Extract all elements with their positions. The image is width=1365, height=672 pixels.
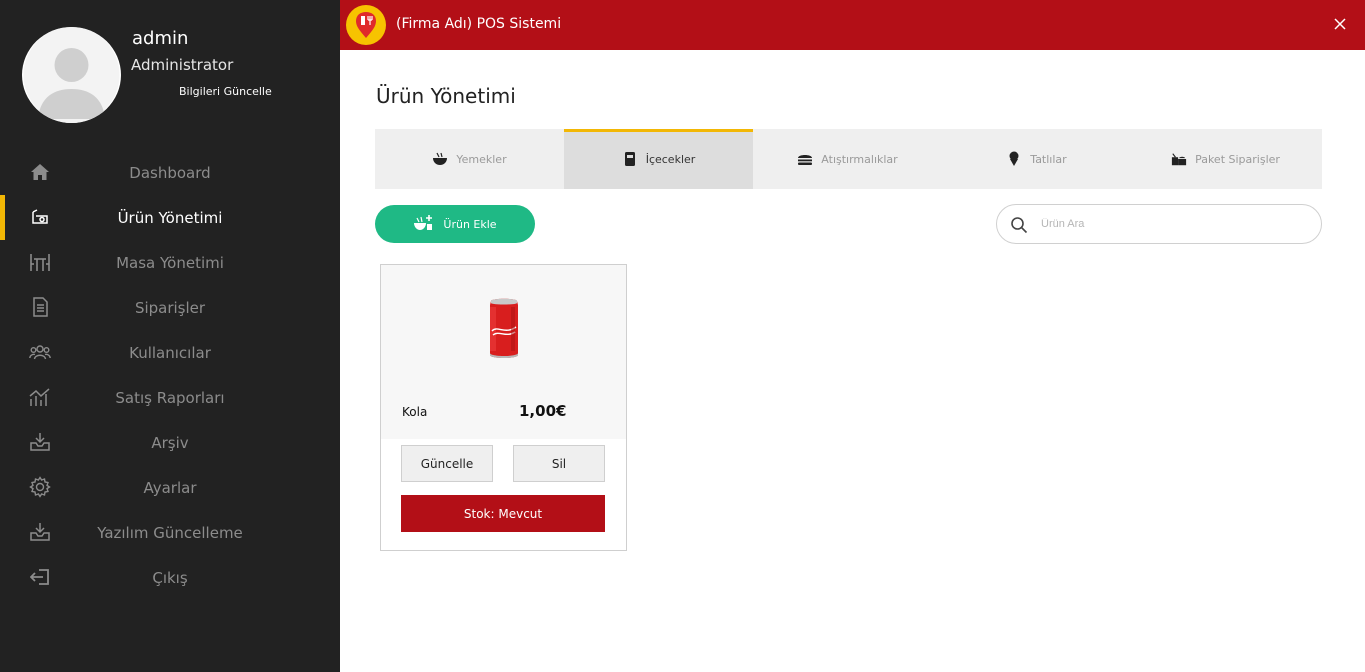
icecream-icon [1006,151,1022,167]
search-input[interactable] [1041,214,1301,234]
sidebar-item-label: Kullanıcılar [129,343,211,362]
category-tabs: Yemekler İçecekler Atıştırmalıklar Tatlı… [375,129,1322,189]
title-bar: (Firma Adı) POS Sistemi [340,0,1365,50]
sidebar-item-label: Dashboard [129,163,211,182]
tab-label: Atıştırmalıklar [821,152,898,166]
cola-can-image [487,297,521,365]
tab-atistirmaliklar[interactable]: Atıştırmalıklar [753,129,942,189]
user-role: Administrator [131,56,234,74]
delete-product-button[interactable]: Sil [513,445,605,482]
app-logo [346,5,386,45]
sidebar-item-urun-yonetimi[interactable]: Ürün Yönetimi [0,195,340,240]
sidebar: admin Administrator Bilgileri Güncelle D… [0,0,340,672]
avatar [22,27,121,123]
tab-tatlilar[interactable]: Tatlılar [942,129,1131,189]
add-product-button[interactable]: Ürün Ekle [375,205,535,243]
tab-label: Paket Siparişler [1195,152,1280,166]
sidebar-item-label: Masa Yönetimi [116,253,224,272]
tab-icecekler[interactable]: İçecekler [564,129,753,189]
close-icon [1334,18,1346,30]
page-title: Ürün Yönetimi [376,84,516,108]
app-title: (Firma Adı) POS Sistemi [396,16,562,32]
user-name: admin [132,28,189,49]
product-image-area: Kola 1,00€ [381,265,626,439]
product-card: Kola 1,00€ Güncelle Sil Stok: Mevcut [380,264,627,551]
tab-yemekler[interactable]: Yemekler [375,129,564,189]
update-product-button[interactable]: Güncelle [401,445,493,482]
sidebar-item-yazilim-guncelleme[interactable]: Yazılım Güncelleme [0,510,340,555]
bowl-icon [432,151,448,167]
sidebar-item-masa-yonetimi[interactable]: Masa Yönetimi [0,240,340,285]
add-product-label: Ürün Ekle [443,217,497,231]
sidebar-item-arsiv[interactable]: Arşiv [0,420,340,465]
search-icon [1010,216,1028,238]
sidebar-item-label: Ürün Yönetimi [117,208,223,227]
product-name: Kola [402,405,428,419]
sidebar-item-ayarlar[interactable]: Ayarlar [0,465,340,510]
sidebar-item-kullanicilar[interactable]: Kullanıcılar [0,330,340,375]
sidebar-item-dashboard[interactable]: Dashboard [0,150,340,195]
sidebar-item-siparisler[interactable]: Siparişler [0,285,340,330]
tab-label: İçecekler [645,152,696,166]
sidebar-item-label: Ayarlar [143,478,197,497]
takeaway-icon [1171,151,1187,167]
sidebar-nav: Dashboard Ürün Yönetimi Masa Yönetimi Si… [0,150,340,600]
product-price: 1,00€ [519,402,567,420]
sidebar-item-satis-raporlari[interactable]: Satış Raporları [0,375,340,420]
stock-status-button[interactable]: Stok: Mevcut [401,495,605,532]
tab-label: Tatlılar [1030,152,1067,166]
close-button[interactable] [1331,15,1349,33]
tab-label: Yemekler [456,152,507,166]
add-food-icon [413,214,433,235]
tab-paket-siparisler[interactable]: Paket Siparişler [1131,129,1320,189]
sidebar-item-label: Siparişler [134,298,206,317]
update-profile-link[interactable]: Bilgileri Güncelle [179,85,272,98]
cup-icon [622,151,638,167]
sidebar-item-label: Çıkış [152,568,188,587]
burger-icon [797,151,813,167]
sidebar-item-label: Satış Raporları [115,388,225,407]
search-box [996,204,1322,244]
sidebar-item-label: Arşiv [151,433,189,452]
sidebar-item-label: Yazılım Güncelleme [97,523,243,542]
sidebar-item-cikis[interactable]: Çıkış [0,555,340,600]
